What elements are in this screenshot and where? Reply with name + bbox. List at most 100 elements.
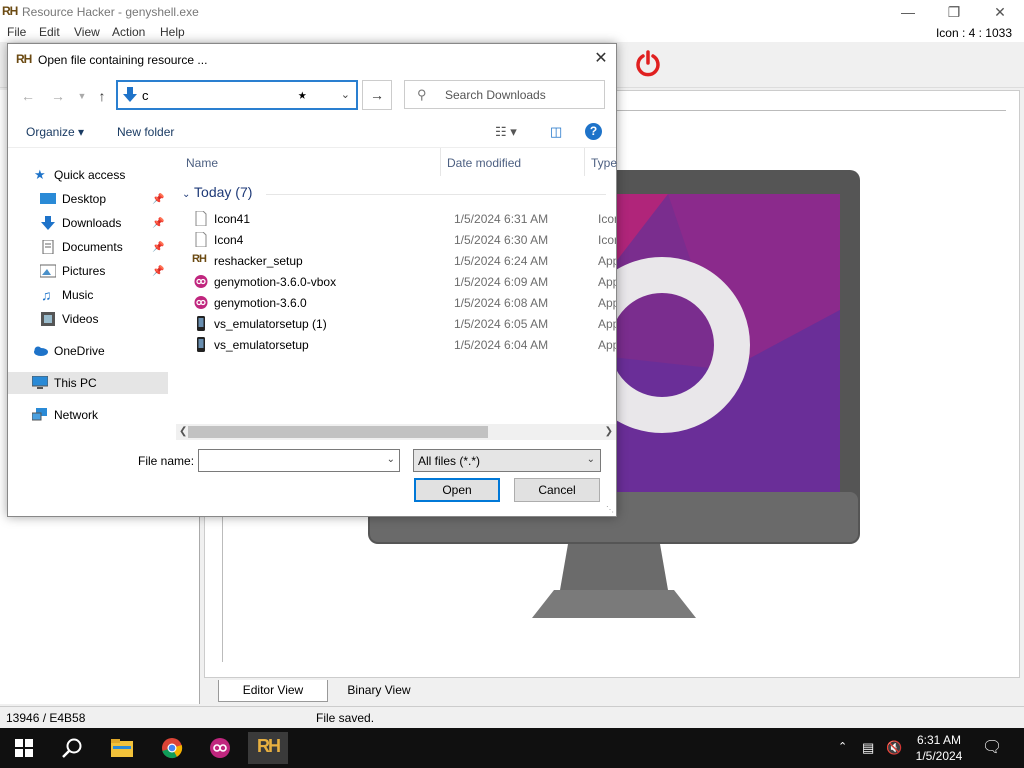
column-divider[interactable] bbox=[440, 148, 441, 176]
menu-file[interactable]: File bbox=[7, 25, 26, 39]
pin-icon[interactable]: 📌 bbox=[152, 189, 164, 211]
file-row[interactable]: genymotion-3.6.0-vbox 1/5/2024 6:09 AM A… bbox=[176, 271, 616, 292]
document-icon bbox=[42, 240, 54, 254]
menu-view[interactable]: View bbox=[74, 25, 100, 39]
nav-network[interactable]: Network bbox=[8, 404, 168, 426]
scrollbar-thumb[interactable] bbox=[188, 426, 488, 438]
minimize-button[interactable]: — bbox=[885, 2, 931, 22]
nav-downloads[interactable]: Downloads 📌 bbox=[8, 212, 168, 234]
search-input[interactable]: ⚲ Search Downloads bbox=[404, 80, 605, 109]
resource-hacker-logo-icon: RH bbox=[2, 4, 18, 18]
pin-icon[interactable]: 📌 bbox=[152, 213, 164, 235]
status-offset: 13946 / E4B58 bbox=[6, 711, 86, 725]
organize-button[interactable]: Organize ▾ bbox=[26, 125, 84, 139]
blank-file-icon bbox=[195, 232, 207, 247]
preview-pane-icon[interactable]: ◫ bbox=[550, 124, 562, 140]
address-bar[interactable]: c ⭑ ⌄ bbox=[116, 80, 358, 110]
search-icon[interactable] bbox=[52, 732, 92, 764]
menu-action[interactable]: Action bbox=[112, 25, 145, 39]
address-input[interactable]: c bbox=[142, 88, 149, 103]
forward-arrow-icon[interactable]: → bbox=[46, 84, 70, 108]
nav-desktop[interactable]: Desktop 📌 bbox=[8, 188, 168, 210]
open-file-dialog: RH Open file containing resource ... ✕ ←… bbox=[7, 43, 617, 517]
search-icon: ⚲ bbox=[417, 87, 427, 102]
go-arrow-icon[interactable]: → bbox=[362, 80, 392, 110]
file-name-input[interactable]: ⌄ bbox=[198, 449, 400, 472]
file-type-select[interactable]: All files (*.*) ⌄ bbox=[413, 449, 601, 472]
windows-start-icon[interactable] bbox=[4, 732, 44, 764]
file-name-label: File name: bbox=[138, 454, 195, 468]
menu-help[interactable]: Help bbox=[160, 25, 185, 39]
chevron-down-icon: ⌄ bbox=[586, 454, 595, 465]
volume-muted-icon[interactable]: 🔇 bbox=[886, 740, 902, 756]
file-row[interactable]: vs_emulatorsetup (1) 1/5/2024 6:05 AM Ap… bbox=[176, 313, 616, 334]
nav-videos[interactable]: Videos bbox=[8, 308, 168, 330]
title-bar: RH Resource Hacker - genyshell.exe — ❐ ✕ bbox=[0, 0, 1024, 24]
chevron-up-icon[interactable]: ⌃ bbox=[838, 740, 847, 753]
computer-icon bbox=[32, 376, 48, 389]
picture-icon bbox=[40, 264, 56, 278]
group-label: Today (7) bbox=[194, 184, 253, 200]
music-note-icon: ♫ bbox=[41, 287, 52, 303]
nav-onedrive[interactable]: OneDrive bbox=[8, 340, 168, 362]
scroll-right-icon[interactable]: ❯ bbox=[605, 424, 613, 440]
cancel-button[interactable]: Cancel bbox=[514, 478, 600, 502]
nav-documents[interactable]: Documents 📌 bbox=[8, 236, 168, 258]
up-arrow-icon[interactable]: ↑ bbox=[90, 84, 114, 108]
column-header-date[interactable]: Date modified bbox=[447, 156, 521, 170]
notification-icon[interactable]: 🗨 bbox=[982, 737, 1002, 757]
scroll-left-icon[interactable]: ❮ bbox=[179, 424, 187, 440]
genymotion-app-icon bbox=[194, 275, 208, 288]
resize-grip-icon[interactable]: ⋱ bbox=[606, 505, 614, 514]
resource-hacker-icon[interactable]: RH bbox=[248, 732, 288, 764]
genymotion-icon[interactable] bbox=[200, 732, 240, 764]
dialog-close-button[interactable]: ✕ bbox=[586, 47, 616, 71]
file-type-value: All files (*.*) bbox=[418, 454, 481, 468]
download-arrow-icon bbox=[41, 216, 55, 230]
column-divider[interactable] bbox=[584, 148, 585, 176]
file-explorer-icon[interactable] bbox=[102, 732, 142, 764]
file-row[interactable]: RH reshacker_setup 1/5/2024 6:24 AM Appl… bbox=[176, 250, 616, 271]
system-clock[interactable]: 6:31 AM 1/5/2024 bbox=[906, 732, 972, 764]
power-icon[interactable] bbox=[634, 48, 662, 78]
chevron-down-icon[interactable]: ⌄ bbox=[387, 454, 395, 465]
nav-this-pc[interactable]: This PC bbox=[8, 372, 168, 394]
file-row[interactable]: genymotion-3.6.0 1/5/2024 6:08 AM Appli bbox=[176, 292, 616, 313]
network-status-icon[interactable]: ▤ bbox=[862, 740, 874, 756]
file-list[interactable]: Name Date modified Type ⌄ Today (7) Icon… bbox=[176, 148, 617, 438]
mouse-pointer-icon: ⭑ bbox=[298, 87, 307, 104]
genymotion-app-icon bbox=[194, 296, 208, 309]
dialog-title: Open file containing resource ... bbox=[38, 53, 208, 67]
new-folder-button[interactable]: New folder bbox=[117, 125, 174, 139]
tab-binary-view[interactable]: Binary View bbox=[334, 680, 424, 702]
nav-music[interactable]: ♫ Music bbox=[8, 284, 168, 306]
chevron-down-icon[interactable]: ⌄ bbox=[341, 88, 350, 101]
open-button[interactable]: Open bbox=[414, 478, 500, 502]
pin-icon[interactable]: 📌 bbox=[152, 237, 164, 259]
taskbar: RH ⌃ ▤ 🔇 6:31 AM 1/5/2024 🗨 bbox=[0, 728, 1024, 768]
column-header-type[interactable]: Type bbox=[591, 156, 617, 170]
nav-pictures[interactable]: Pictures 📌 bbox=[8, 260, 168, 282]
window-title: Resource Hacker - genyshell.exe bbox=[22, 5, 199, 19]
file-row[interactable]: Icon4 1/5/2024 6:30 AM Icon bbox=[176, 229, 616, 250]
chrome-icon[interactable] bbox=[152, 732, 192, 764]
close-button[interactable]: ✕ bbox=[977, 2, 1023, 22]
tab-editor-view[interactable]: Editor View bbox=[218, 680, 328, 702]
back-arrow-icon[interactable]: ← bbox=[16, 84, 40, 108]
restore-button[interactable]: ❐ bbox=[931, 2, 977, 22]
desktop-folder-icon bbox=[40, 193, 56, 204]
group-header-today[interactable]: ⌄ Today (7) bbox=[182, 184, 252, 200]
file-row[interactable]: vs_emulatorsetup 1/5/2024 6:04 AM Appli bbox=[176, 334, 616, 355]
pin-icon[interactable]: 📌 bbox=[152, 261, 164, 283]
nav-quick-access[interactable]: ★ Quick access bbox=[8, 164, 168, 186]
details-view-icon[interactable]: ☷ ▾ bbox=[495, 124, 517, 140]
menu-edit[interactable]: Edit bbox=[39, 25, 60, 39]
reshacker-app-icon: RH bbox=[192, 253, 207, 265]
blank-file-icon bbox=[195, 211, 207, 226]
help-icon[interactable]: ? bbox=[585, 123, 602, 140]
column-header-name[interactable]: Name bbox=[186, 156, 218, 170]
file-row[interactable]: Icon41 1/5/2024 6:31 AM Icon bbox=[176, 208, 616, 229]
resource-hacker-logo-icon: RH bbox=[16, 52, 32, 66]
horizontal-scrollbar[interactable]: ❮ ❯ bbox=[176, 424, 616, 440]
organize-label: Organize bbox=[26, 125, 75, 139]
